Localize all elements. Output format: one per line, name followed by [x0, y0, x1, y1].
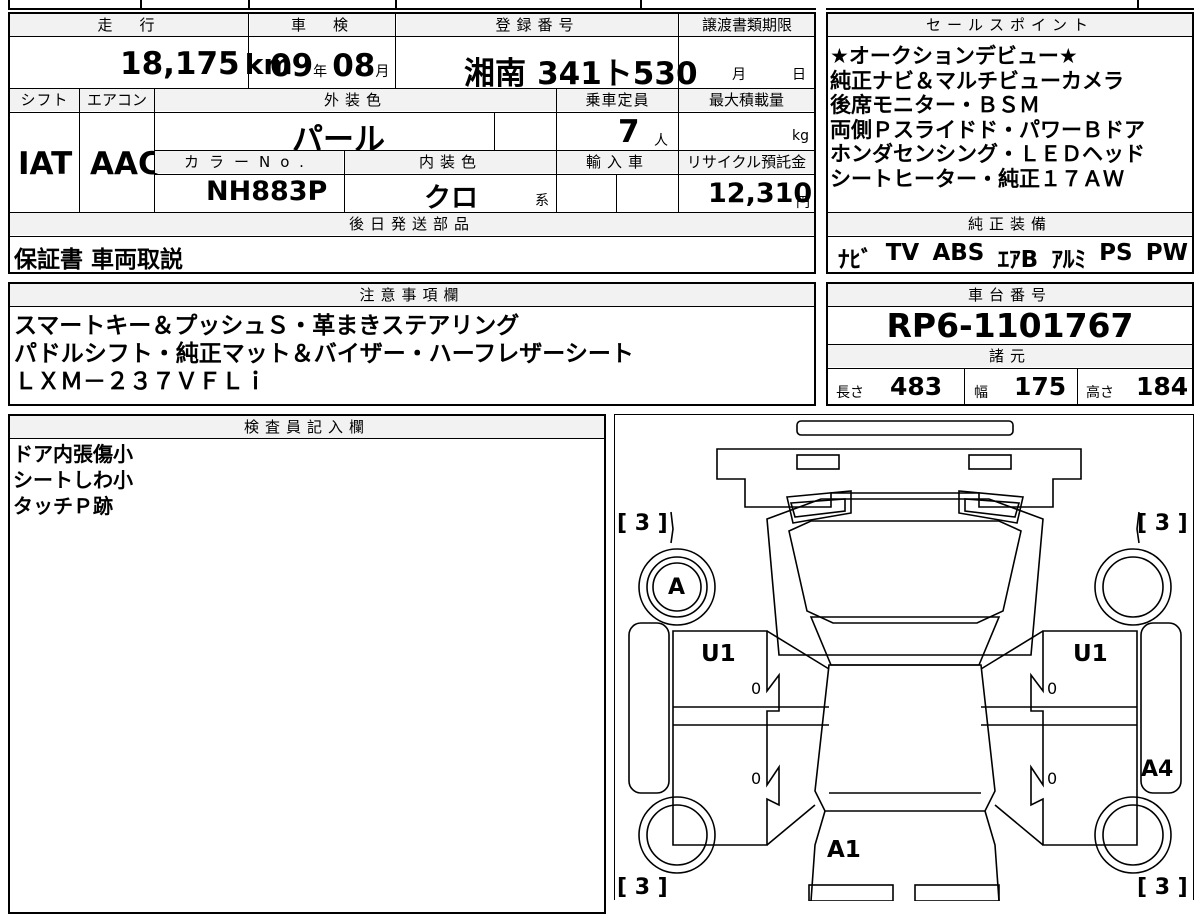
- registration-region: 湘南: [464, 56, 526, 92]
- equipment-item: ﾅﾋﾞ: [838, 247, 873, 273]
- handle-zero-mark: 0: [1047, 769, 1058, 788]
- equipment-item: TV: [885, 240, 920, 266]
- inspector-note: タッチＰ跡: [13, 494, 113, 518]
- equipment-item: ABS: [932, 240, 985, 266]
- header-max-load: 最大積載量: [679, 89, 814, 111]
- header-color-no: カラーNo.: [155, 151, 343, 173]
- registration-number: 341ト530: [537, 56, 698, 92]
- header-import: 輸入車: [557, 151, 678, 173]
- header-mileage: 走 行: [10, 14, 248, 36]
- header-later-parts: 後日発送部品: [10, 213, 814, 235]
- damage-mark-u1-left: U1: [701, 641, 736, 667]
- sales-point: 両側Ｐスライドド・パワーＢドア: [830, 117, 1145, 142]
- mileage-number: 18,175: [120, 46, 240, 82]
- registration-plate: 湘南 341ト530: [464, 48, 698, 93]
- header-shift: シフト: [10, 89, 79, 111]
- inspector-notes-list: ドア内張傷小 シートしわ小 タッチＰ跡: [13, 441, 593, 519]
- equipment-list: ﾅﾋﾞ TV ABS ｴｱB ｱﾙﾐ PS PW: [838, 240, 1188, 274]
- max-load-unit: kg: [792, 128, 809, 144]
- header-inspector: 検査員記入欄: [10, 416, 604, 438]
- header-recycle-fee: リサイクル預託金: [679, 151, 814, 173]
- mileage-value: 18,175 km: [120, 46, 293, 82]
- capacity-unit: 人: [654, 133, 668, 149]
- capacity-value: 7: [618, 114, 640, 150]
- damage-mark-a4: A4: [1141, 757, 1174, 782]
- equipment-item: ｱﾙﾐ: [1051, 247, 1086, 273]
- interior-color-value: クロ: [424, 183, 478, 214]
- header-transfer-deadline: 譲渡書類期限: [680, 14, 814, 36]
- sales-point: ホンダセンシング・ＬＥＤヘッド: [830, 142, 1145, 166]
- note-line: ＬＸＭ－２３７ＶＦＬｉ: [14, 369, 267, 395]
- tire-depth-front-left: [ 3 ]: [617, 511, 668, 536]
- spec-length-label: 長さ: [836, 385, 864, 401]
- spec-height-label: 高さ: [1086, 385, 1114, 401]
- equipment-item: PW: [1145, 240, 1188, 266]
- inspector-note: ドア内張傷小: [13, 442, 133, 466]
- inspection-year: 09: [270, 48, 314, 84]
- header-inspection: 車 検: [250, 14, 395, 36]
- spec-height-value: 184: [1136, 372, 1189, 401]
- equipment-item: PS: [1099, 240, 1133, 266]
- header-sales-points: セールスポイント: [828, 14, 1192, 36]
- sales-point: 後席モニター・ＢＳＭ: [830, 93, 1040, 117]
- spec-width-label: 幅: [974, 385, 988, 401]
- inspection-month: 08: [332, 48, 376, 84]
- transfer-day-unit: 日: [792, 67, 806, 83]
- header-interior-color: 内装色: [345, 151, 556, 173]
- color-no-value: NH883P: [206, 176, 328, 207]
- handle-zero-mark: 0: [751, 679, 762, 698]
- aircon-value: AAC: [90, 146, 161, 182]
- chassis-no-value: RP6-1101767: [886, 306, 1134, 345]
- recycle-fee-unit: 円: [796, 195, 810, 211]
- note-line: パドルシフト・純正マット＆バイザー・ハーフレザーシート: [14, 341, 634, 367]
- month-unit: 月: [375, 64, 390, 80]
- handle-zero-mark: 0: [751, 769, 762, 788]
- sales-point: ★オークションデビュー★: [830, 44, 1078, 68]
- header-genuine-equipment: 純正装備: [828, 213, 1192, 235]
- damage-mark-u1-right: U1: [1073, 641, 1108, 667]
- header-notes: 注意事項欄: [10, 284, 814, 306]
- equipment-item: ｴｱB: [997, 247, 1039, 273]
- tire-depth-rear-right: [ 3 ]: [1137, 875, 1188, 900]
- tire-depth-rear-left: [ 3 ]: [617, 875, 668, 900]
- header-chassis-no: 車台番号: [828, 284, 1192, 306]
- header-aircon: エアコン: [80, 89, 154, 111]
- damage-mark-a1: A1: [827, 837, 861, 863]
- notes-list: スマートキー＆プッシュＳ・革まきステアリング パドルシフト・純正マット＆バイザー…: [14, 312, 814, 396]
- inspection-date: 09年 08月: [270, 48, 389, 84]
- header-registration: 登録番号: [397, 14, 678, 36]
- header-capacity: 乗車定員: [557, 89, 678, 111]
- inspector-note: シートしわ小: [13, 468, 133, 492]
- header-exterior-color: 外装色: [155, 89, 556, 111]
- shift-value: IAT: [18, 146, 73, 182]
- note-line: スマートキー＆プッシュＳ・革まきステアリング: [14, 313, 520, 339]
- damage-mark-a: A: [668, 575, 686, 600]
- spec-width-value: 175: [1014, 372, 1067, 401]
- interior-suffix: 系: [535, 193, 549, 209]
- sales-point: 純正ナビ＆マルチビューカメラ: [830, 68, 1124, 93]
- tire-depth-front-right: [ 3 ]: [1137, 511, 1188, 536]
- year-unit: 年: [313, 64, 328, 80]
- spec-length-value: 483: [890, 372, 943, 401]
- sales-point: シートヒーター・純正１７ＡＷ: [830, 166, 1124, 191]
- damage-diagram: [ 3 ] [ 3 ] [ 3 ] [ 3 ] A U1 U1 A4 A1 0 …: [614, 414, 1194, 901]
- handle-zero-mark: 0: [1047, 679, 1058, 698]
- transfer-month-unit: 月: [732, 67, 746, 83]
- header-specs: 諸元: [828, 345, 1192, 367]
- sales-points-list: ★オークションデビュー★ 純正ナビ＆マルチビューカメラ 後席モニター・ＢＳＭ 両…: [830, 44, 1192, 191]
- later-parts-value: 保証書 車両取説: [14, 247, 184, 273]
